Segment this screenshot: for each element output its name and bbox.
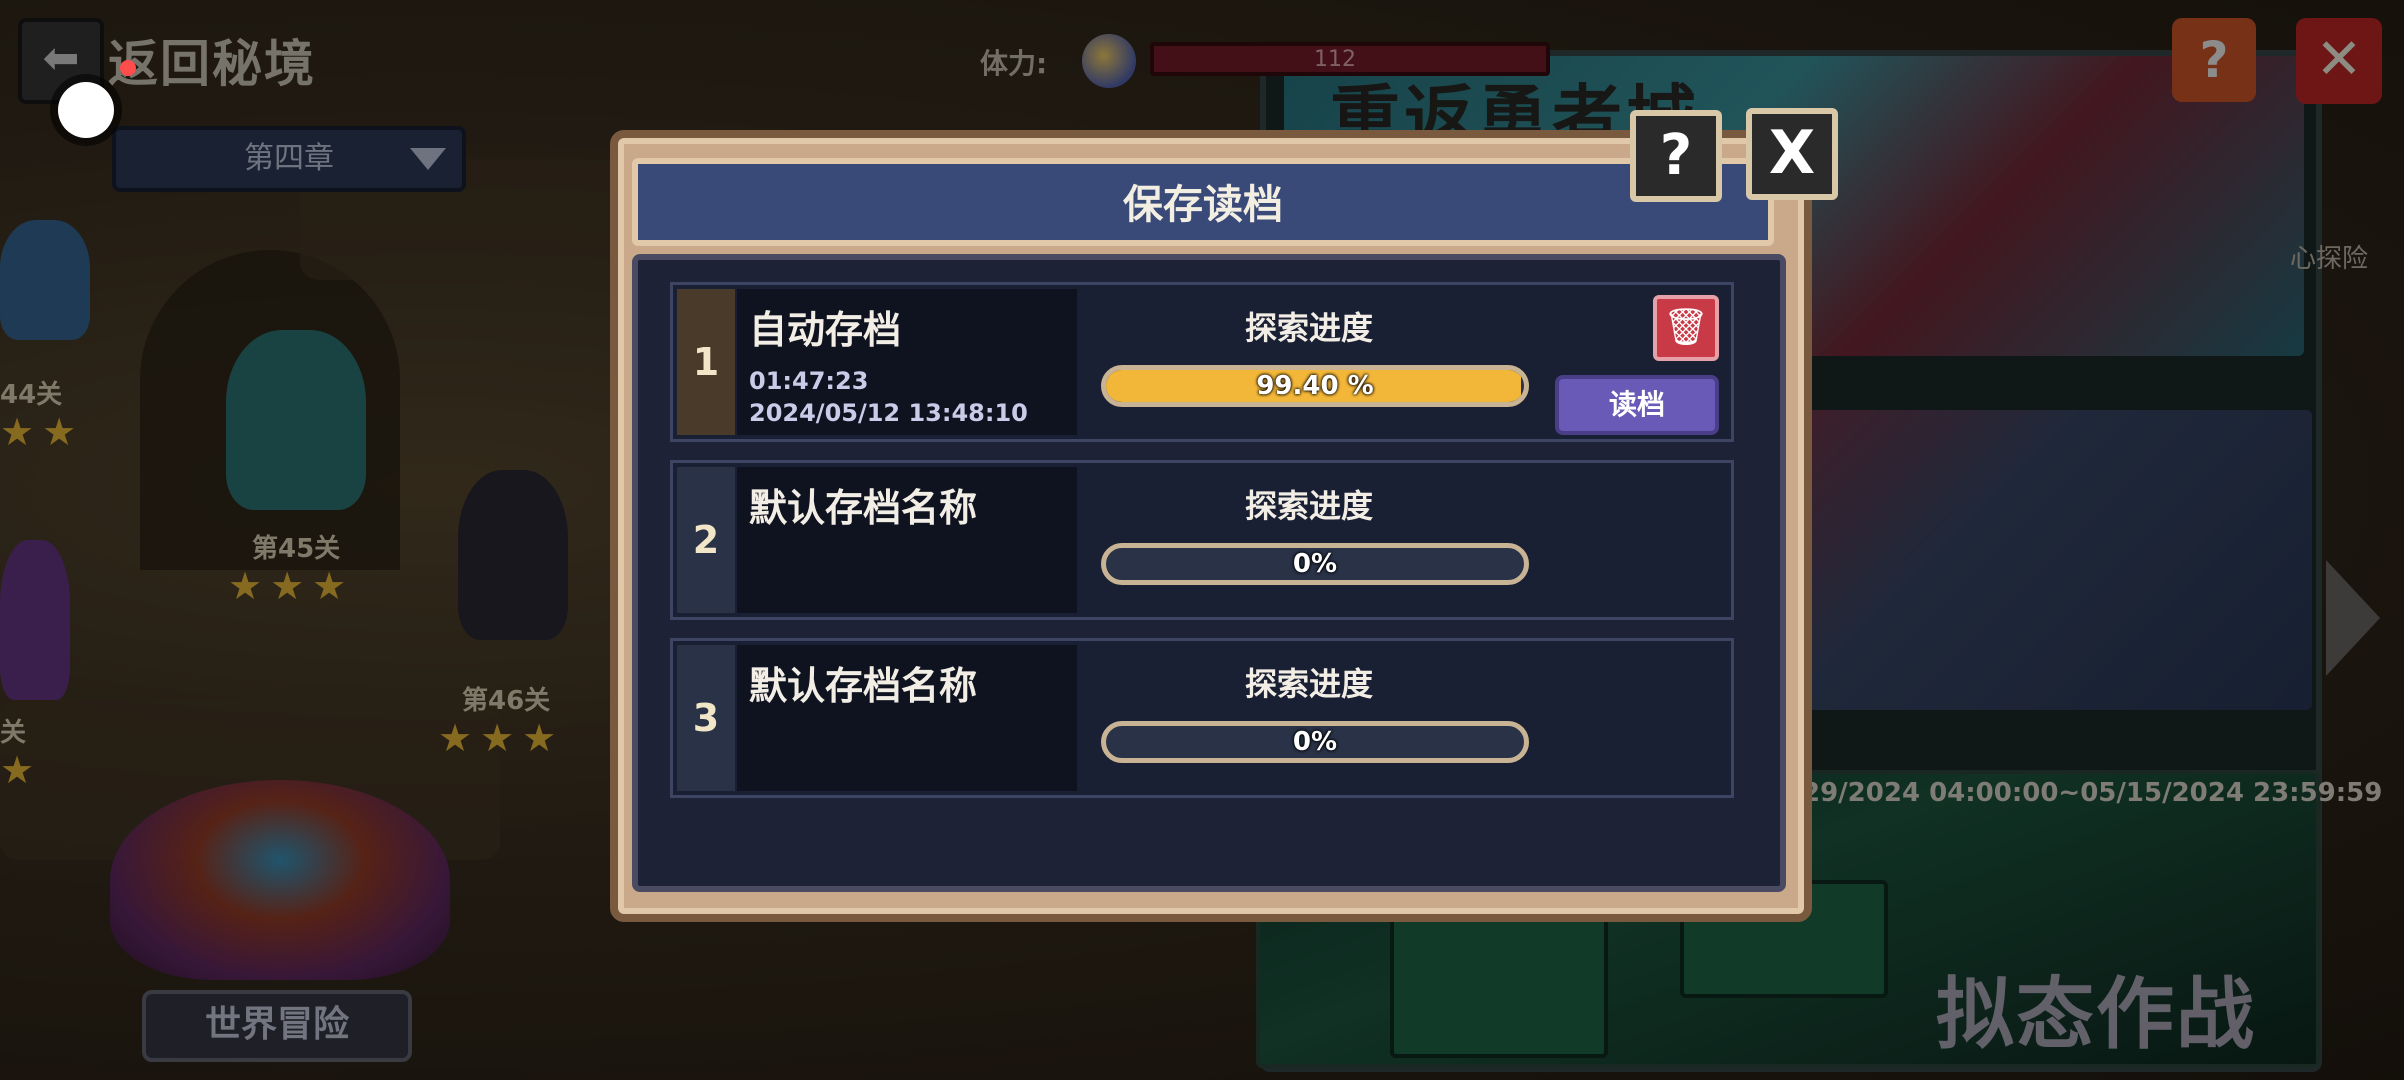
load-save-button[interactable]: 读档 [1555,375,1719,435]
floating-assist-button[interactable] [58,82,114,138]
slot-save-date: 2024/05/12 13:48:10 [749,399,1028,427]
dialog-help-button[interactable]: ? [1630,110,1722,202]
slot-number: 1 [677,289,735,435]
slot-name: 默认存档名称 [749,486,978,530]
progress-label: 探索进度 [1245,487,1374,525]
save-slot[interactable]: 2 默认存档名称 探索进度 0% [670,460,1734,620]
progress-label: 探索进度 [1245,309,1374,347]
save-slot[interactable]: 1 自动存档 01:47:23 2024/05/12 13:48:10 探索进度… [670,282,1734,442]
slot-name: 自动存档 [749,308,902,352]
slot-number: 2 [677,467,735,613]
notification-dot [120,60,136,76]
trash-icon: 🗑 [1663,307,1709,348]
slot-number: 3 [677,645,735,791]
progress-bar: 0% [1101,721,1529,763]
dialog-title: 保存读档 [1123,182,1283,228]
slot-playtime: 01:47:23 [749,367,869,395]
save-slot[interactable]: 3 默认存档名称 探索进度 0% [670,638,1734,798]
progress-text: 0% [1292,727,1338,757]
progress-bar: 99.40 % [1101,365,1529,407]
progress-bar: 0% [1101,543,1529,585]
slot-name: 默认存档名称 [749,664,978,708]
progress-text: 99.40 % [1256,371,1374,401]
delete-save-button[interactable]: 🗑 [1653,295,1719,361]
progress-label: 探索进度 [1245,665,1374,703]
progress-text: 0% [1292,549,1338,579]
dialog-close-button[interactable]: X [1746,108,1838,200]
